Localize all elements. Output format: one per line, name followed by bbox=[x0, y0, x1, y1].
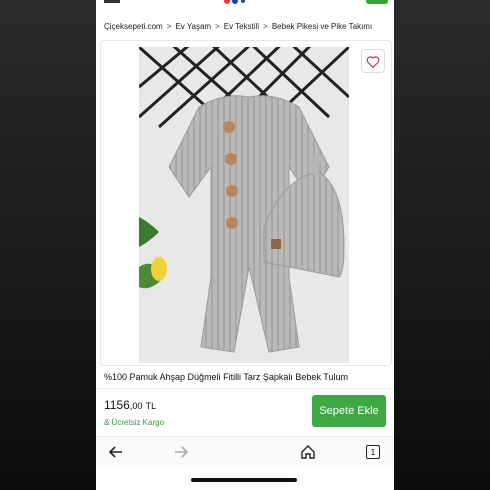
price-decimal: ,00 bbox=[129, 401, 143, 411]
device-frame-right bbox=[394, 0, 490, 490]
breadcrumb: Çiçeksepeti.com > Ev Yaşam > Ev Tekstili… bbox=[104, 22, 390, 31]
heart-icon bbox=[366, 55, 380, 68]
product-photo[interactable] bbox=[139, 47, 349, 363]
product-image-card bbox=[100, 40, 392, 366]
arrow-right-icon bbox=[175, 446, 188, 458]
tabs-button[interactable]: 1 bbox=[363, 443, 383, 461]
free-shipping-label: & Ücretsiz Kargo bbox=[104, 418, 165, 427]
forward-button[interactable] bbox=[171, 443, 191, 461]
device-frame-left bbox=[0, 0, 96, 490]
breadcrumb-separator: > bbox=[263, 22, 268, 31]
breadcrumb-item-ev-yasam[interactable]: Ev Yaşam bbox=[175, 22, 211, 31]
cart-button[interactable] bbox=[366, 0, 388, 4]
home-indicator bbox=[191, 478, 297, 482]
favorite-button[interactable] bbox=[361, 49, 385, 73]
breadcrumb-item-home[interactable]: Çiçeksepeti.com bbox=[104, 22, 163, 31]
product-photo-illustration bbox=[139, 47, 349, 363]
breadcrumb-item-bebek-pikesi[interactable]: Bebek Pikesi ve Pike Takımı bbox=[272, 22, 372, 31]
menu-icon[interactable] bbox=[104, 0, 120, 3]
price-currency: TL bbox=[145, 401, 157, 411]
arrow-left-icon bbox=[109, 446, 122, 458]
tab-count: 1 bbox=[366, 445, 380, 459]
add-to-cart-button[interactable]: Sepete Ekle bbox=[312, 395, 386, 427]
back-button[interactable] bbox=[106, 443, 126, 461]
product-title: %100 Pamuk Ahşap Düğmeli Fitilli Tarz Şa… bbox=[104, 372, 348, 382]
price-main: 1156 bbox=[104, 398, 130, 412]
divider bbox=[96, 388, 394, 389]
browser-screen: Çiçeksepeti.com > Ev Yaşam > Ev Tekstili… bbox=[96, 0, 394, 490]
breadcrumb-item-ev-tekstili[interactable]: Ev Tekstili bbox=[224, 22, 259, 31]
browser-toolbar: 1 bbox=[96, 436, 394, 467]
site-logo[interactable] bbox=[221, 0, 261, 4]
breadcrumb-separator: > bbox=[215, 22, 220, 31]
home-icon bbox=[301, 445, 315, 459]
home-button[interactable] bbox=[298, 443, 318, 461]
product-price: 1156,00 TL bbox=[104, 398, 156, 412]
breadcrumb-separator: > bbox=[166, 22, 172, 31]
site-header bbox=[96, 0, 394, 14]
